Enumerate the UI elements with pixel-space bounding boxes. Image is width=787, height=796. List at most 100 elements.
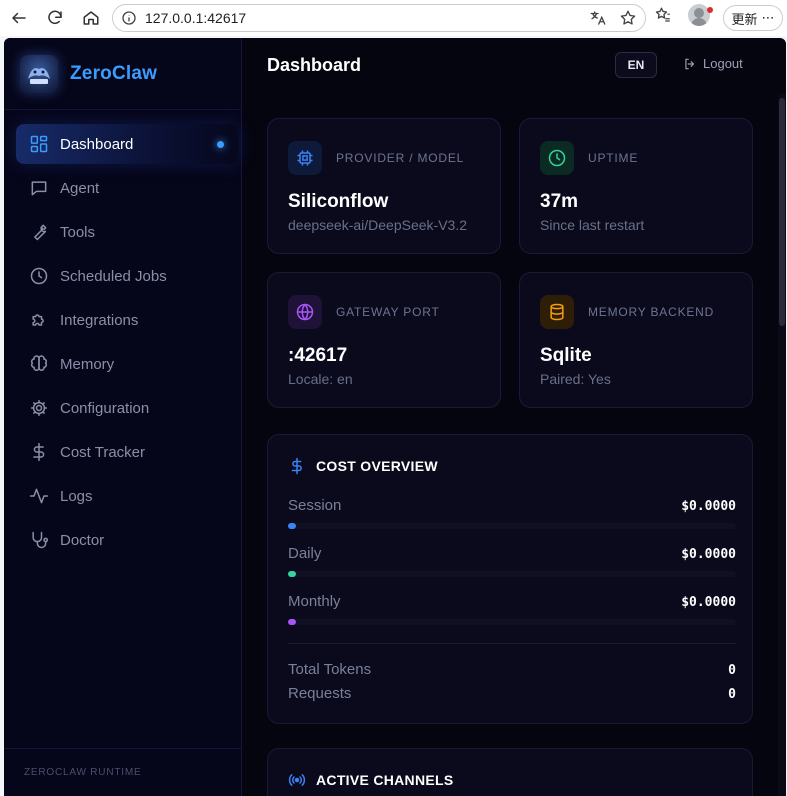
activity-icon <box>28 485 50 507</box>
sidebar-item-integrations[interactable]: Integrations <box>16 300 238 340</box>
sidebar-item-dashboard[interactable]: Dashboard <box>16 124 238 164</box>
provider-value: Siliconflow <box>288 191 389 212</box>
sidebar-item-label: Cost Tracker <box>60 443 146 461</box>
url-text[interactable]: 127.0.0.1:42617 <box>145 10 246 26</box>
cost-bar <box>288 523 736 529</box>
arrow-left-icon <box>12 12 26 24</box>
dollar-icon <box>28 441 50 463</box>
cost-row-monthly: Monthly $0.0000 <box>288 593 736 625</box>
sidebar-item-label: Integrations <box>60 311 139 329</box>
puzzle-icon <box>28 309 50 331</box>
uptime-value: 37m <box>540 191 579 212</box>
gear-icon <box>28 397 50 419</box>
cost-overview-title: COST OVERVIEW <box>288 457 438 475</box>
channels-title-text: ACTIVE CHANNELS <box>316 772 454 788</box>
total-tokens-row: Total Tokens 0 <box>288 661 736 681</box>
requests-value: 0 <box>728 687 736 702</box>
active-channels-card: ACTIVE CHANNELS <box>267 748 753 796</box>
cost-bar-fill <box>288 571 296 577</box>
memory-card: MEMORY BACKEND Sqlite Paired: Yes <box>519 272 753 408</box>
total-tokens-value: 0 <box>728 663 736 678</box>
dollar-icon <box>291 457 302 475</box>
sidebar-item-agent[interactable]: Agent <box>16 168 238 208</box>
uptime-sub: Since last restart <box>540 217 645 233</box>
cpu-icon <box>288 141 322 175</box>
update-button[interactable]: 更新 ⋯ <box>723 5 783 31</box>
reload-icon <box>48 10 62 25</box>
translate-icon[interactable] <box>589 9 607 27</box>
sidebar-item-configuration[interactable]: Configuration <box>16 388 238 428</box>
grid-icon <box>28 133 50 155</box>
logout-button[interactable]: Logout <box>683 56 743 71</box>
back-button[interactable] <box>4 3 34 33</box>
star-icon[interactable] <box>619 9 637 27</box>
logout-icon <box>685 58 695 69</box>
total-tokens-label: Total Tokens <box>288 661 372 678</box>
cost-bar <box>288 619 736 625</box>
model-value: deepseek-ai/DeepSeek-V3.2 <box>288 217 468 233</box>
favorites-icon[interactable] <box>654 6 672 24</box>
sidebar-item-doctor[interactable]: Doctor <box>16 520 238 560</box>
sidebar-item-label: Memory <box>60 355 115 373</box>
provider-label: PROVIDER / MODEL <box>336 151 465 165</box>
gateway-card: GATEWAY PORT :42617 Locale: en <box>267 272 501 408</box>
memory-label: MEMORY BACKEND <box>588 305 715 319</box>
cost-row-session: Session $0.0000 <box>288 497 736 529</box>
radio-icon <box>288 774 306 786</box>
cost-overview-card: COST OVERVIEW Session $0.0000 Daily $0.0… <box>267 434 753 724</box>
sidebar: ZeroClaw Dashboard Agent Tools Scheduled… <box>4 38 242 796</box>
database-icon <box>540 295 574 329</box>
memory-value: Sqlite <box>540 345 592 366</box>
reload-button[interactable] <box>40 3 70 33</box>
stethoscope-icon <box>28 529 50 551</box>
language-button[interactable]: EN <box>615 52 657 78</box>
sidebar-nav: Dashboard Agent Tools Scheduled Jobs Int… <box>16 124 238 564</box>
home-icon <box>83 11 99 25</box>
sidebar-item-label: Dashboard <box>60 135 134 153</box>
provider-card: PROVIDER / MODEL Siliconflow deepseek-ai… <box>267 118 501 254</box>
requests-label: Requests <box>288 685 352 702</box>
sidebar-footer: ZEROCLAW RUNTIME <box>4 748 242 796</box>
requests-row: Requests 0 <box>288 685 736 705</box>
sidebar-item-label: Configuration <box>60 399 150 417</box>
sidebar-item-logs[interactable]: Logs <box>16 476 238 516</box>
sidebar-item-scheduled-jobs[interactable]: Scheduled Jobs <box>16 256 238 296</box>
sidebar-item-tools[interactable]: Tools <box>16 212 238 252</box>
chat-icon <box>28 177 50 199</box>
cost-title-text: COST OVERVIEW <box>316 458 438 474</box>
home-button[interactable] <box>76 3 106 33</box>
notification-dot <box>707 7 713 13</box>
sidebar-item-label: Scheduled Jobs <box>60 267 167 285</box>
active-channels-title: ACTIVE CHANNELS <box>288 771 454 789</box>
page-title: Dashboard <box>267 55 362 75</box>
brain-icon <box>28 353 50 375</box>
gateway-label: GATEWAY PORT <box>336 305 440 319</box>
sidebar-item-label: Agent <box>60 179 100 197</box>
cost-value: $0.0000 <box>681 595 736 610</box>
more-icon: ⋯ <box>761 10 775 26</box>
sidebar-item-cost-tracker[interactable]: Cost Tracker <box>16 432 238 472</box>
page-header: Dashboard EN Logout <box>243 38 786 94</box>
sidebar-item-label: Doctor <box>60 531 105 549</box>
app-window: ZeroClaw Dashboard Agent Tools Scheduled… <box>4 38 786 796</box>
cost-divider <box>288 643 736 644</box>
sidebar-item-memory[interactable]: Memory <box>16 344 238 384</box>
cost-bar <box>288 571 736 577</box>
info-icon[interactable] <box>121 10 137 26</box>
uptime-label: UPTIME <box>588 151 639 165</box>
gateway-value: :42617 <box>288 345 348 366</box>
logout-label: Logout <box>703 56 743 71</box>
uptime-card: UPTIME 37m Since last restart <box>519 118 753 254</box>
update-label: 更新 <box>731 12 758 28</box>
cost-label: Daily <box>288 545 322 562</box>
scrollbar-thumb[interactable] <box>779 98 785 326</box>
address-bar[interactable]: 127.0.0.1:42617 <box>112 4 646 32</box>
wrench-icon <box>28 221 50 243</box>
main-content: PROVIDER / MODEL Siliconflow deepseek-ai… <box>243 94 786 796</box>
active-indicator <box>217 141 224 148</box>
sidebar-item-label: Logs <box>60 487 93 505</box>
brand-name[interactable]: ZeroClaw <box>70 63 157 85</box>
cost-row-daily: Daily $0.0000 <box>288 545 736 577</box>
cost-label: Monthly <box>288 593 341 610</box>
cost-bar-fill <box>288 523 296 529</box>
